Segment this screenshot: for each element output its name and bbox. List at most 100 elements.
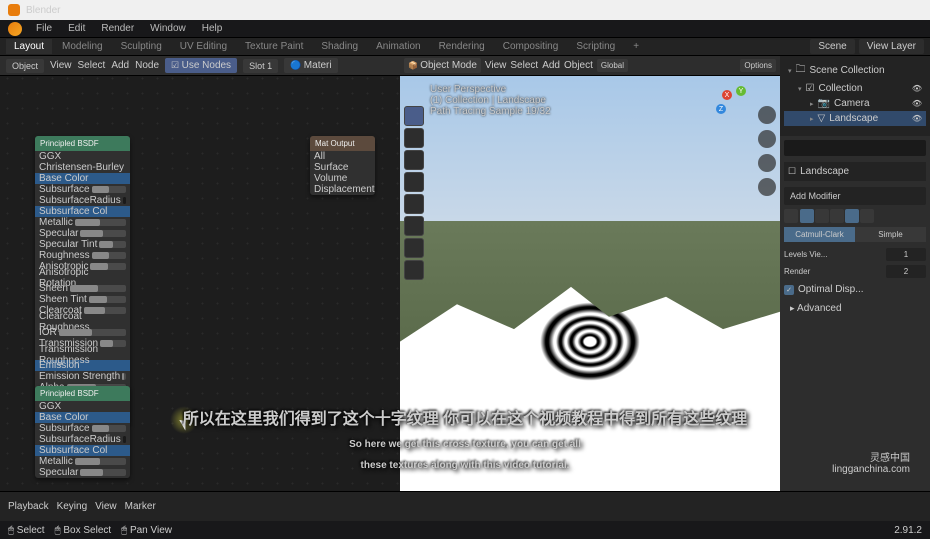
- scene-selector[interactable]: Scene: [810, 39, 854, 54]
- tab-texture[interactable]: Texture Paint: [237, 39, 311, 54]
- node-view[interactable]: View: [50, 60, 72, 71]
- mod-vis-icon[interactable]: [800, 209, 814, 223]
- node-principled-bsdf[interactable]: Principled BSDF GGX Christensen-Burley B…: [35, 136, 130, 426]
- ortho-gizmo-icon[interactable]: [758, 178, 776, 196]
- z-axis-icon[interactable]: Z: [716, 104, 726, 114]
- outliner[interactable]: ▾🗀 Scene Collection ▾☑ Collection👁 ▸📷 Ca…: [780, 56, 930, 136]
- visibility-icon[interactable]: 👁: [912, 99, 922, 108]
- node-material-output[interactable]: Mat Output All Surface Volume Displaceme…: [310, 136, 375, 195]
- marker-menu[interactable]: Marker: [125, 501, 156, 512]
- menu-help[interactable]: Help: [196, 21, 229, 36]
- blender-icon: [8, 4, 20, 16]
- menu-file[interactable]: File: [30, 21, 58, 36]
- levels-viewport-field[interactable]: 1: [886, 248, 926, 261]
- levels-render-row: Render 2: [784, 263, 926, 280]
- status-select: 🖱 Select: [8, 525, 45, 536]
- tab-add[interactable]: +: [625, 39, 647, 54]
- node-add[interactable]: Add: [111, 60, 129, 71]
- watermark: 灵感中国 lingganchina.com: [832, 449, 910, 475]
- view-menu[interactable]: View: [95, 501, 117, 512]
- node-node[interactable]: Node: [135, 60, 159, 71]
- vp-object[interactable]: Object: [564, 60, 593, 71]
- outliner-collection[interactable]: ▾☑ Collection👁: [784, 81, 926, 96]
- playback-menu[interactable]: Playback: [8, 501, 49, 512]
- measure-tool-icon[interactable]: [404, 260, 424, 280]
- mode-selector[interactable]: 📦 Object Mode: [404, 58, 481, 73]
- vp-add[interactable]: Add: [542, 60, 560, 71]
- modifier-icon[interactable]: [784, 209, 798, 223]
- node-title: Principled BSDF: [35, 136, 130, 151]
- levels-viewport-row: Levels Vie... 1: [784, 246, 926, 263]
- object-name[interactable]: ☐ Landscape: [784, 162, 926, 181]
- tab-compositing[interactable]: Compositing: [495, 39, 567, 54]
- tab-layout[interactable]: Layout: [6, 39, 52, 54]
- move-tool-icon[interactable]: [404, 150, 424, 170]
- pan-gizmo-icon[interactable]: [758, 130, 776, 148]
- outliner-camera[interactable]: ▸📷 Camera👁: [784, 96, 926, 111]
- node-principled-bsdf-2[interactable]: Principled BSDF GGX Base Color Subsurfac…: [35, 386, 130, 478]
- timeline[interactable]: Playback Keying View Marker: [0, 491, 930, 521]
- node-select[interactable]: Select: [78, 60, 106, 71]
- mod-vis-icon[interactable]: [830, 209, 844, 223]
- vp-view[interactable]: View: [485, 60, 507, 71]
- blender-logo-icon[interactable]: [8, 22, 22, 36]
- slot-selector[interactable]: Slot 1: [243, 59, 278, 73]
- mod-vis-icon[interactable]: [845, 209, 859, 223]
- 3d-viewport[interactable]: 📦 Object Mode View Select Add Object Glo…: [400, 56, 780, 491]
- tab-scripting[interactable]: Scripting: [568, 39, 623, 54]
- levels-render-field[interactable]: 2: [886, 265, 926, 278]
- cursor-highlight: [170, 406, 198, 434]
- transform-orientation[interactable]: Global: [597, 59, 628, 72]
- status-pan: 🖱 Pan View: [121, 525, 172, 536]
- outliner-scene-collection[interactable]: ▾🗀 Scene Collection: [784, 60, 926, 81]
- viewport-canvas[interactable]: User Perspective (1) Collection | Landsc…: [400, 76, 780, 491]
- use-nodes-toggle[interactable]: ☑ Use Nodes: [165, 58, 237, 73]
- mod-vis-icon[interactable]: [815, 209, 829, 223]
- tab-rendering[interactable]: Rendering: [431, 39, 493, 54]
- workspace-tabs: Layout Modeling Sculpting UV Editing Tex…: [0, 38, 930, 56]
- visibility-icon[interactable]: 👁: [912, 84, 922, 93]
- optimal-display-check[interactable]: ✓ Optimal Disp...: [784, 280, 926, 299]
- menu-window[interactable]: Window: [144, 21, 192, 36]
- axis-gizmo[interactable]: X Y Z: [710, 86, 750, 126]
- rotate-tool-icon[interactable]: [404, 172, 424, 192]
- node-mode[interactable]: Object: [6, 59, 44, 73]
- tab-modeling[interactable]: Modeling: [54, 39, 111, 54]
- viewport-header: 📦 Object Mode View Select Add Object Glo…: [400, 56, 780, 76]
- select-tool-icon[interactable]: [404, 106, 424, 126]
- properties-search[interactable]: [784, 140, 926, 156]
- material-field[interactable]: 🔵 Materi: [284, 58, 338, 73]
- menu-edit[interactable]: Edit: [62, 21, 91, 36]
- menu-render[interactable]: Render: [95, 21, 140, 36]
- window-titlebar: Blender: [0, 0, 930, 20]
- node-editor[interactable]: Object View Select Add Node ☑ Use Nodes …: [0, 56, 400, 491]
- annotate-tool-icon[interactable]: [404, 238, 424, 258]
- transform-tool-icon[interactable]: [404, 216, 424, 236]
- viewlayer-selector[interactable]: View Layer: [859, 39, 924, 54]
- checkbox-icon[interactable]: ✓: [784, 285, 794, 295]
- tab-uv[interactable]: UV Editing: [172, 39, 235, 54]
- node-editor-header: Object View Select Add Node ☑ Use Nodes …: [0, 56, 400, 76]
- keying-menu[interactable]: Keying: [57, 501, 88, 512]
- vp-options[interactable]: Options: [740, 59, 776, 72]
- tab-sculpting[interactable]: Sculpting: [113, 39, 170, 54]
- scale-tool-icon[interactable]: [404, 194, 424, 214]
- node-output-title: Mat Output: [310, 136, 375, 151]
- zoom-gizmo-icon[interactable]: [758, 106, 776, 124]
- visibility-icon[interactable]: 👁: [912, 114, 922, 123]
- camera-gizmo-icon[interactable]: [758, 154, 776, 172]
- x-axis-icon[interactable]: X: [722, 90, 732, 100]
- outliner-landscape[interactable]: ▸▽ Landscape👁: [784, 111, 926, 126]
- y-axis-icon[interactable]: Y: [736, 86, 746, 96]
- catmull-tab[interactable]: Catmull-Clark: [784, 227, 855, 242]
- viewport-nav-gizmos: [758, 106, 776, 196]
- mod-vis-icon[interactable]: [860, 209, 874, 223]
- tab-shading[interactable]: Shading: [313, 39, 366, 54]
- tab-animation[interactable]: Animation: [368, 39, 428, 54]
- vp-select[interactable]: Select: [510, 60, 538, 71]
- cursor-tool-icon[interactable]: [404, 128, 424, 148]
- statusbar: 🖱 Select 🖱 Box Select 🖱 Pan View 2.91.2: [0, 521, 930, 539]
- add-modifier-dropdown[interactable]: Add Modifier: [784, 187, 926, 205]
- advanced-section[interactable]: ▸ Advanced: [784, 299, 926, 318]
- simple-tab[interactable]: Simple: [855, 227, 926, 242]
